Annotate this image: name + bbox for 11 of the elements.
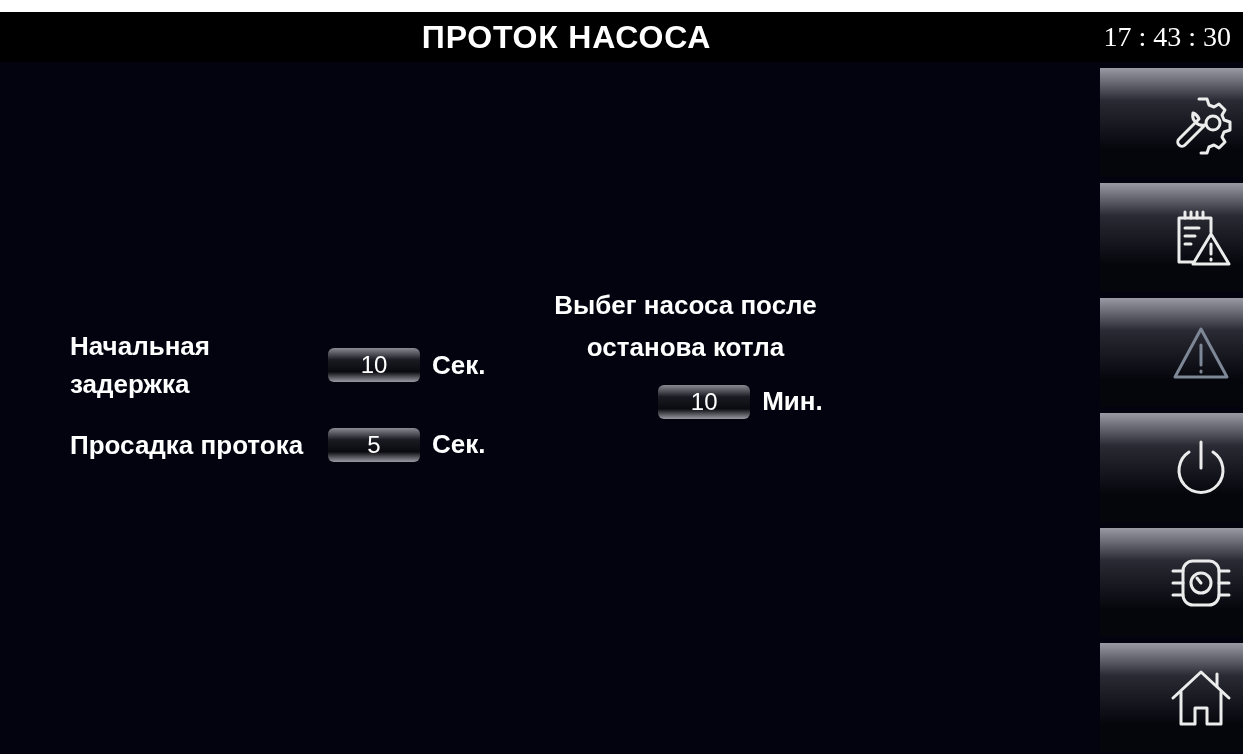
unit-label: Сек.	[432, 428, 486, 461]
setting-label: Просадка протока	[70, 428, 304, 462]
unit-label: Сек.	[432, 348, 486, 382]
unit-label: Мин.	[762, 385, 823, 418]
value-field[interactable]: 5	[328, 427, 420, 462]
clock: 17 : 43 : 30	[1102, 20, 1232, 54]
value-field[interactable]: 10	[328, 348, 420, 382]
value-field[interactable]: 10	[658, 384, 751, 419]
screen-title: ПРОТОК НАСОСА	[421, 18, 712, 57]
overrun-label: Выбег насоса после останова котла	[553, 289, 818, 364]
setting-label: Начальная задержка	[70, 330, 211, 401]
